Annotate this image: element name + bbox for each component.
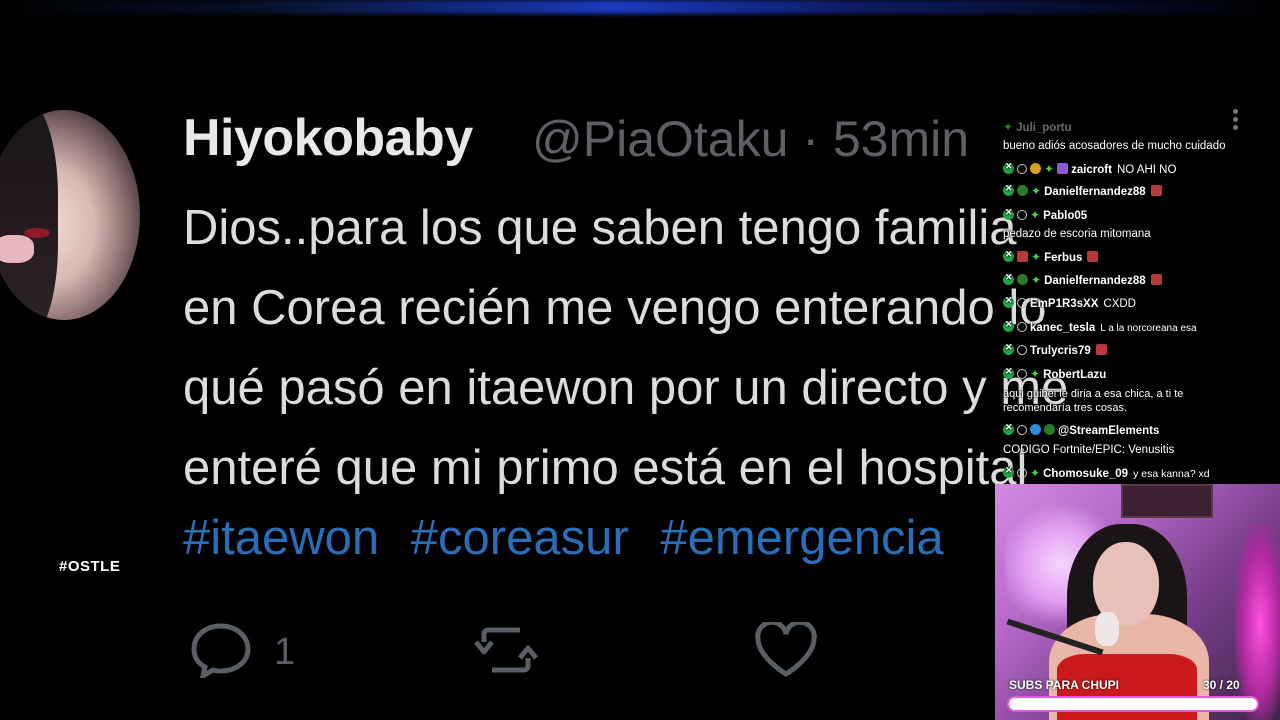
like-button[interactable] [754,619,818,683]
subs-progress-fill [1009,698,1257,710]
chat-message: @StreamElements [1003,422,1280,437]
chat-message: ✦Ferbus [1003,249,1280,264]
mod-icon [1003,295,1014,308]
chat-message: ✦ Juli_portu [1003,120,1072,134]
chat-message: ✦RobertLazu [1003,366,1280,381]
user-icon [1017,468,1027,478]
subs-progress-bar [1007,696,1259,712]
microphone-icon [1095,612,1119,646]
chat-message: Trulycris79 [1003,342,1280,357]
tweet-display-name: Hiyokobaby [183,109,473,167]
badge-icon [1030,424,1041,435]
chat-message: ✦Danielfernandez88 [1003,272,1280,287]
mod-icon [1003,207,1014,220]
chat-message: aqui guibel le diria a esa chica, a ti t… [1003,388,1184,400]
mod-icon [1003,319,1014,332]
emote-icon [1095,344,1107,355]
emote-icon [1150,274,1162,285]
badge-icon [1057,163,1069,174]
user-icon [1017,322,1027,332]
chat-message: ✦Danielfernandez88 [1003,183,1280,198]
chat-message: CODIGO Fortnite/EPIC: Venusitis [1003,444,1175,456]
mod-icon [1003,342,1014,355]
chat-message: recomendaría tres cosas. [1003,402,1128,414]
user-icon [1017,425,1027,435]
mod-icon [1003,465,1014,478]
mod-icon [1003,366,1014,379]
verified-icon [1044,424,1055,435]
chat-message: ✦Pablo05 [1003,207,1280,222]
subs-goal-count: 30 / 20 [1203,678,1240,692]
reply-icon [190,622,252,683]
chat-message: pedazo de escoria mitomana [1003,228,1151,240]
mod-icon [1003,161,1014,174]
mod-icon [1003,249,1014,262]
tweet-hashtags: #itaewon #coreasur #emergencia [183,510,1003,566]
badge-icon [1017,251,1028,262]
sub-badge-icon [1017,274,1028,285]
chat-overlay: ✦ Juli_portu bueno adiós acosadores de mu… [1003,116,1280,482]
chat-message: EmP1R3sXXCXDD [1003,295,1280,310]
reply-button[interactable]: 1 [190,622,295,682]
top-glow [0,0,1280,14]
mod-icon [1003,422,1014,435]
mod-icon [1003,183,1014,196]
hashtag-link[interactable]: #itaewon [183,511,379,565]
retweet-icon [472,622,540,683]
user-icon [1017,369,1027,379]
stream-tag: #OSTLE [59,558,121,575]
reply-count: 1 [274,630,296,673]
emote-icon [1150,185,1162,196]
badge-icon [1030,163,1041,174]
mod-icon [1003,272,1014,285]
chat-message: kanec_teslaL a la norcoreana esa [1003,319,1280,334]
subs-goal-label: SUBS PARA CHUPI [1009,678,1120,692]
user-icon [1017,345,1027,355]
retweet-button[interactable] [472,622,540,682]
like-icon [754,619,818,683]
sub-badge-icon [1017,185,1028,196]
chat-message: ✦Chomosuke_09y esa kanna? xd [1003,465,1280,480]
hashtag-link[interactable]: #emergencia [660,511,943,565]
user-icon [1017,164,1027,174]
chat-message: ✦zaicroftNO AHI NO [1003,161,1280,176]
chat-message: bueno adiós acosadores de mucho cuidado [1003,140,1226,152]
hashtag-link[interactable]: #coreasur [411,511,629,565]
user-icon [1017,298,1027,308]
emote-icon [1087,251,1099,262]
tweet-handle-time: @PiaOtaku · 53min [532,111,970,167]
tweet-avatar [0,110,140,320]
user-icon [1017,210,1027,220]
